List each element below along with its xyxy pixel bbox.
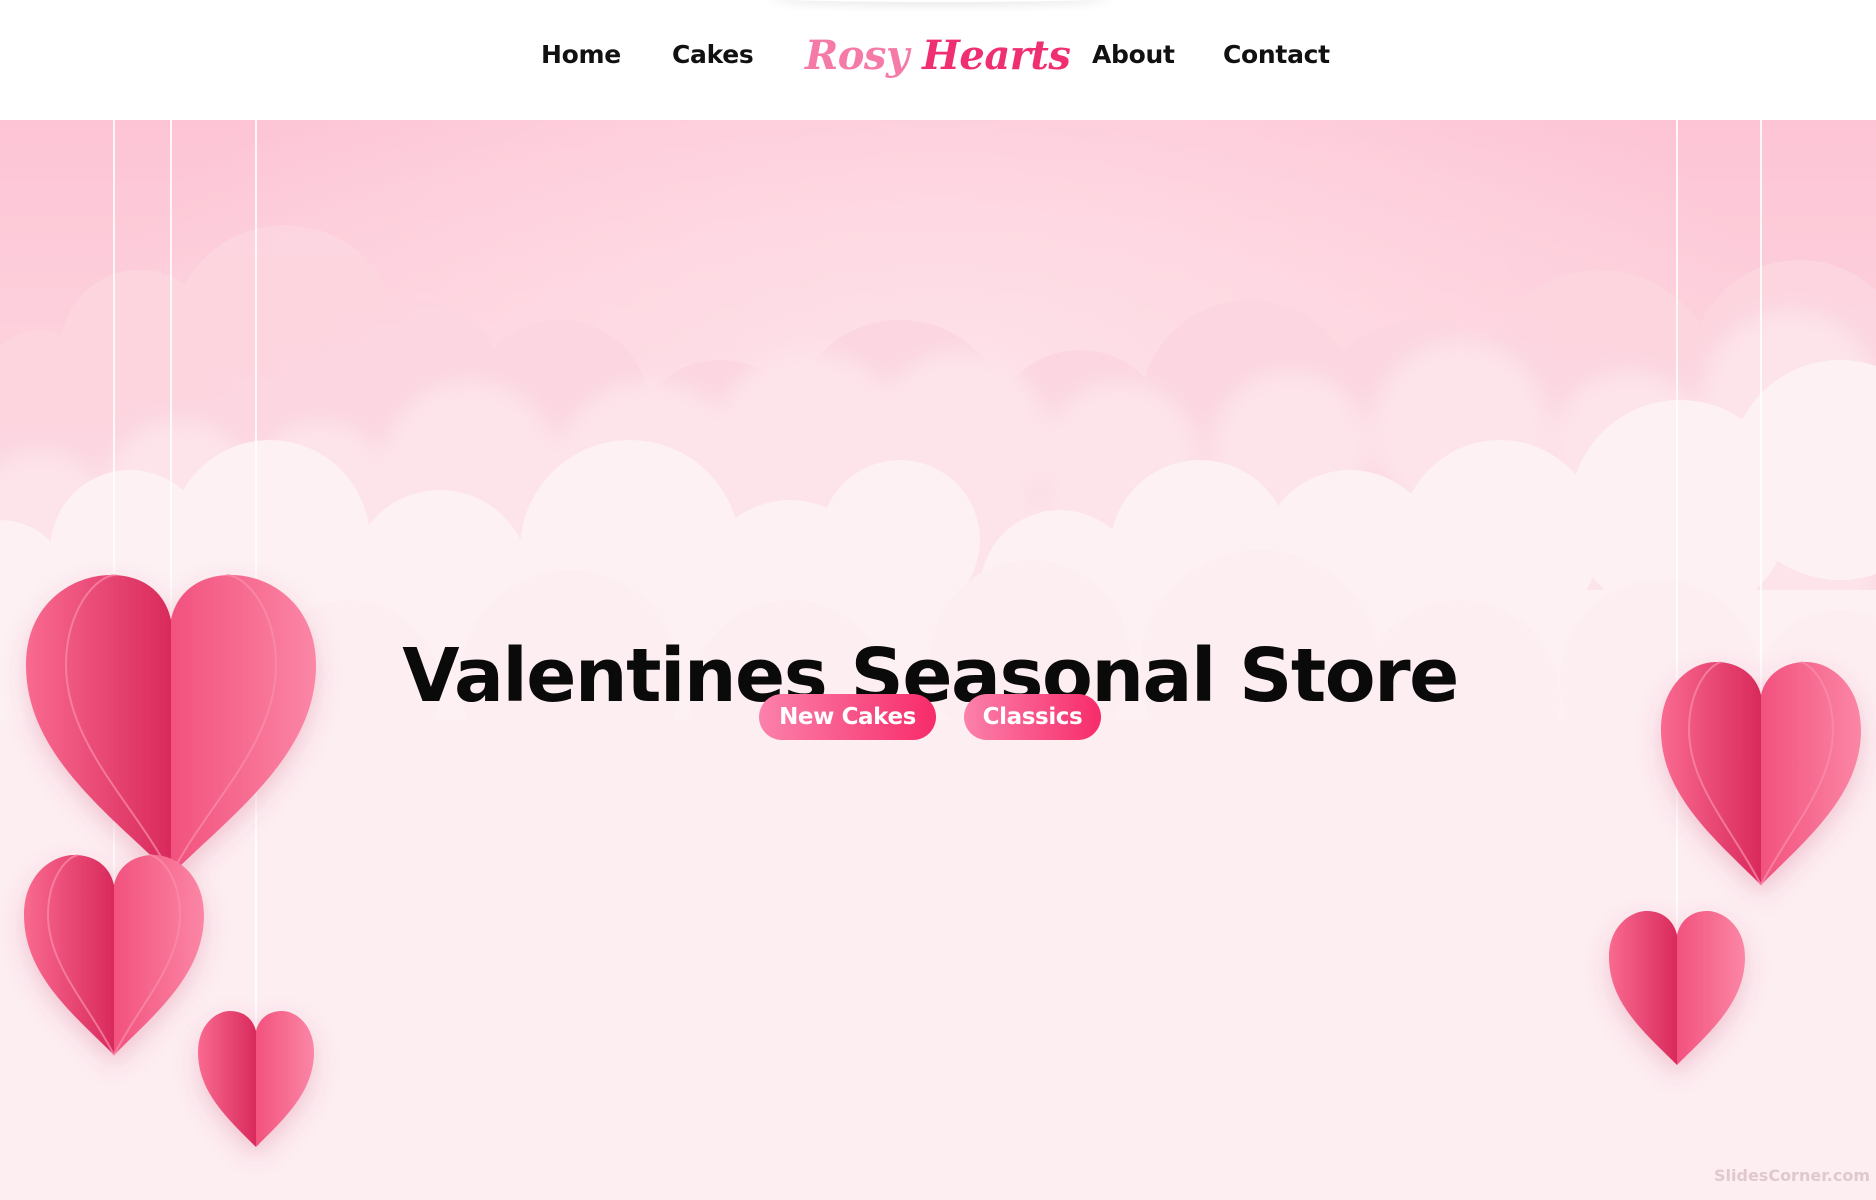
site-logo[interactable]: Rosy Hearts [805, 32, 1071, 79]
page: Home Cakes Rosy Hearts About Contact Val… [0, 0, 1876, 1200]
new-cakes-button[interactable]: New Cakes [759, 694, 936, 740]
nav-link-cakes[interactable]: Cakes [672, 40, 754, 69]
hero-section: Valentines Seasonal Store New Cakes Clas… [0, 120, 1876, 1200]
nav-top-shadow [770, 0, 1110, 2]
navbar: Home Cakes Rosy Hearts About Contact [0, 0, 1876, 120]
nav-link-home[interactable]: Home [541, 40, 621, 69]
classics-button[interactable]: Classics [964, 694, 1101, 740]
logo-word-rosy: Rosy [805, 32, 909, 79]
logo-word-hearts: Hearts [922, 32, 1071, 79]
watermark: SlidesCorner.com [1714, 1166, 1871, 1185]
nav-link-contact[interactable]: Contact [1223, 40, 1330, 69]
nav-link-about[interactable]: About [1092, 40, 1175, 69]
